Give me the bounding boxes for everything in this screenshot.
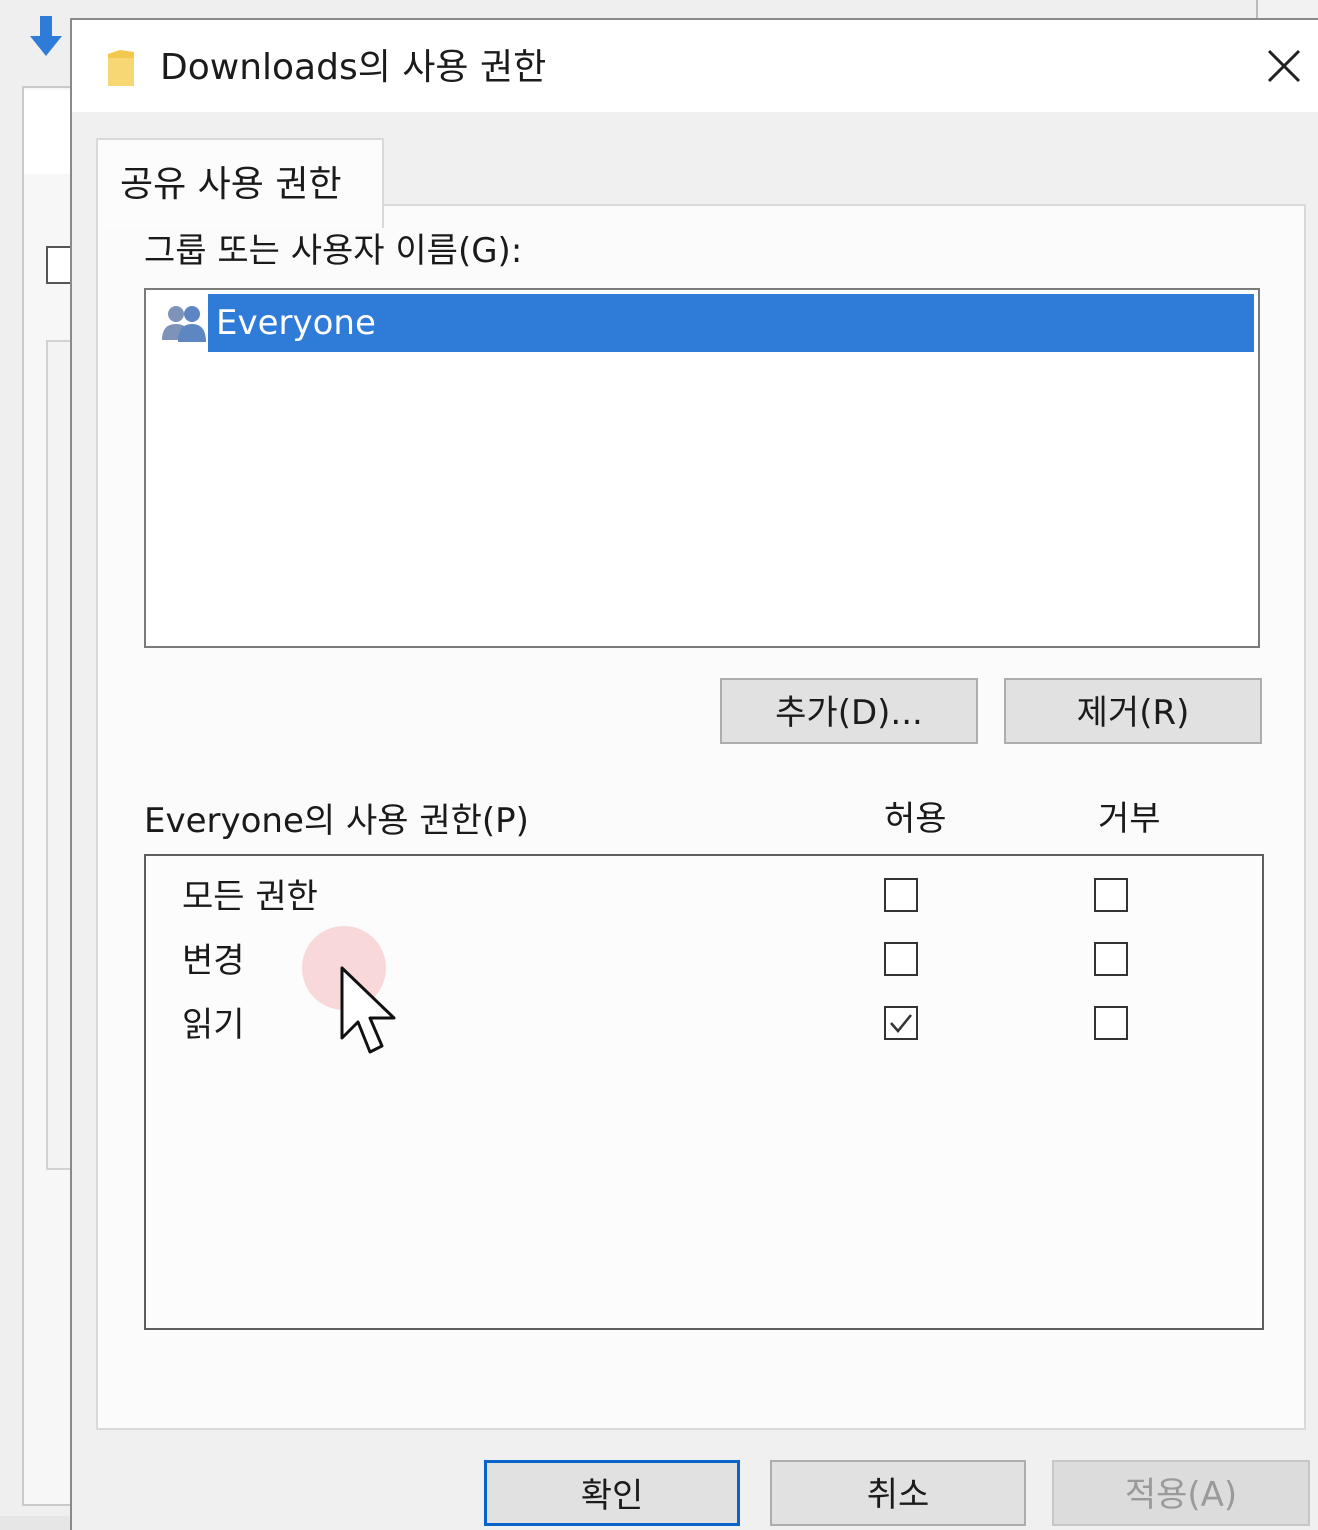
users-group-icon xyxy=(160,302,210,348)
allow-change-checkbox[interactable] xyxy=(884,942,918,976)
permissions-label: Everyone의 사용 권한(P) xyxy=(144,801,529,841)
allow-read-checkbox[interactable] xyxy=(884,1006,918,1040)
close-icon xyxy=(1267,49,1301,87)
list-item-label: Everyone xyxy=(208,294,1254,352)
remove-button[interactable]: 제거(R) xyxy=(1004,678,1262,744)
checkmark-icon xyxy=(890,1014,912,1033)
dialog-title: Downloads의 사용 권한 xyxy=(160,47,547,88)
permission-full-control: 모든 권한 xyxy=(182,877,318,917)
background-tab-fragment xyxy=(24,90,74,174)
permission-read: 읽기 xyxy=(182,1005,245,1045)
mouse-cursor-icon xyxy=(340,966,400,1066)
list-item-everyone[interactable]: Everyone xyxy=(160,294,1256,354)
deny-change-checkbox[interactable] xyxy=(1094,942,1128,976)
permissions-list: 모든 권한 변경 읽기 xyxy=(144,854,1264,1330)
allow-full-control-checkbox[interactable] xyxy=(884,878,918,912)
group-list-label: 그룹 또는 사용자 이름(G): xyxy=(144,231,523,271)
deny-full-control-checkbox[interactable] xyxy=(1094,878,1128,912)
tab-share-permissions[interactable]: 공유 사용 권한 xyxy=(96,138,384,228)
allow-column-header: 허용 xyxy=(884,799,947,839)
folder-icon xyxy=(106,48,136,88)
share-permissions-panel: 그룹 또는 사용자 이름(G): Everyone 추가(D)... 제거(R)… xyxy=(96,204,1306,1430)
permission-change: 변경 xyxy=(182,941,245,981)
add-button[interactable]: 추가(D)... xyxy=(720,678,978,744)
apply-button[interactable]: 적용(A) xyxy=(1052,1460,1310,1526)
close-button[interactable] xyxy=(1252,38,1316,98)
deny-column-header: 거부 xyxy=(1098,799,1161,839)
ok-button[interactable]: 확인 xyxy=(484,1460,740,1526)
group-user-listbox[interactable]: Everyone xyxy=(144,288,1260,648)
download-arrow-icon xyxy=(28,14,64,60)
cancel-button[interactable]: 취소 xyxy=(770,1460,1026,1526)
title-bar: Downloads의 사용 권한 xyxy=(72,20,1318,112)
tab-label: 공유 사용 권한 xyxy=(120,164,342,205)
deny-read-checkbox[interactable] xyxy=(1094,1006,1128,1040)
permissions-dialog: Downloads의 사용 권한 공유 사용 권한 그룹 또는 사용자 이름(G… xyxy=(70,18,1318,1530)
